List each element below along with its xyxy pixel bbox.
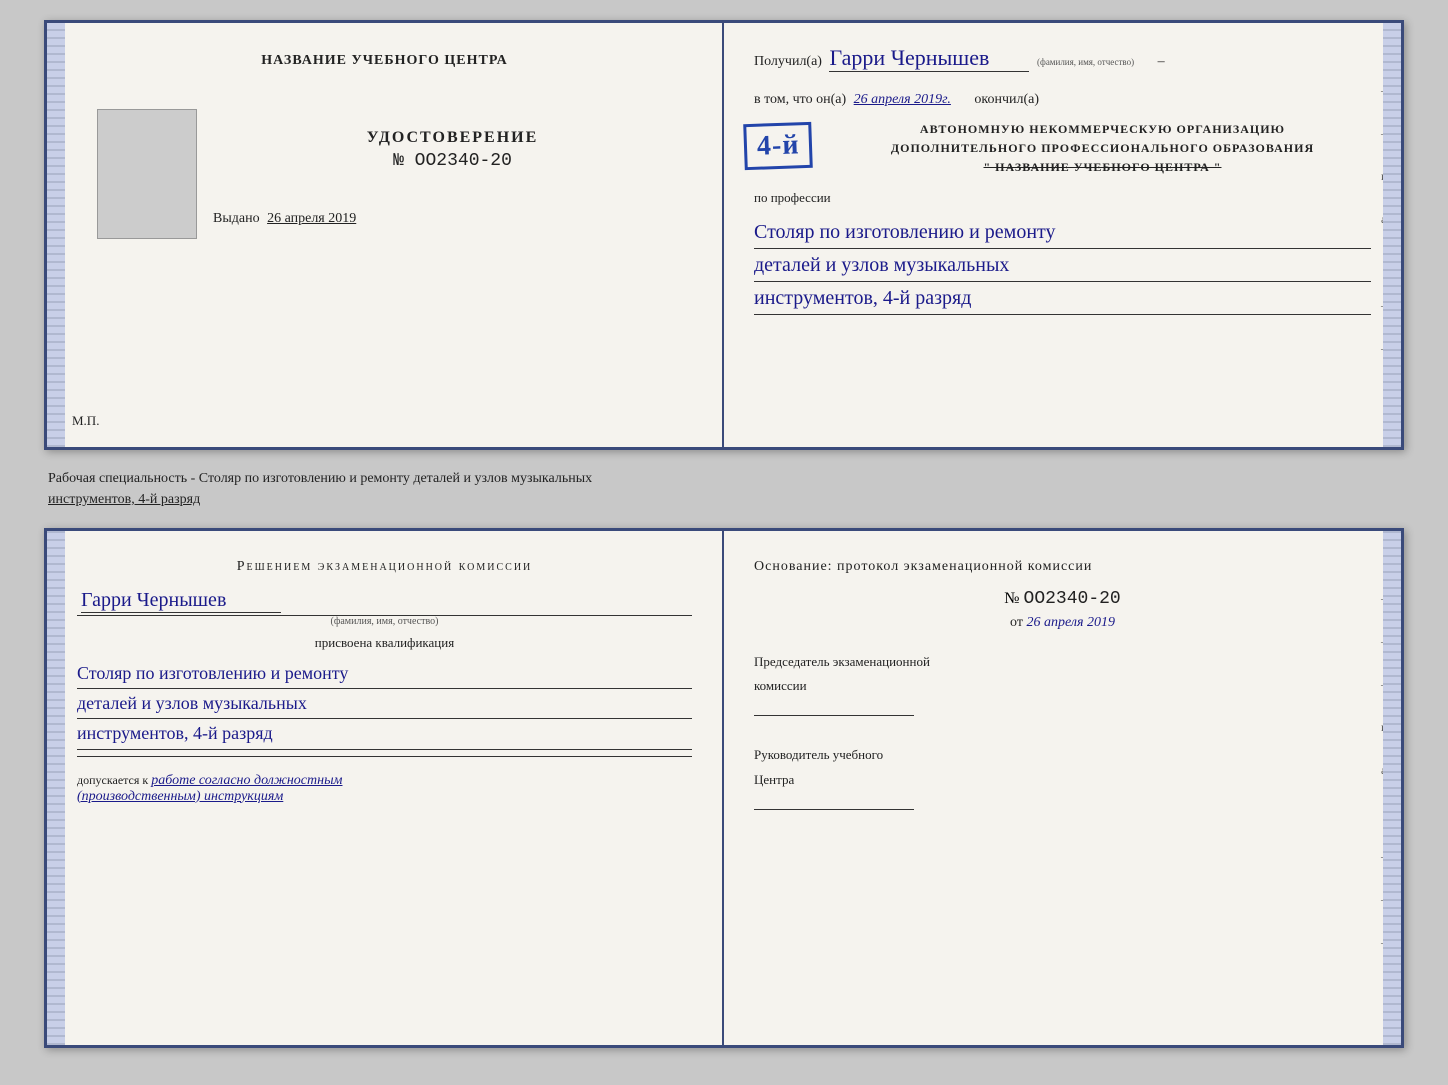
chairman-signature-line <box>754 715 914 716</box>
date-block: от 26 апреля 2019 <box>754 615 1371 631</box>
stamp-large-text: 4-й <box>757 131 800 160</box>
issued-date: 26 апреля 2019 <box>267 211 356 226</box>
caption-line1: Рабочая специальность - Столяр по изгото… <box>48 471 592 486</box>
received-label: Получил(а) <box>754 54 822 69</box>
allowed-block: допускается к работе согласно должностны… <box>77 773 692 805</box>
texture-right-lower <box>1383 531 1401 1045</box>
chairman-title-line2: комиссии <box>754 677 1371 695</box>
stamp-box: 4-й <box>743 122 813 170</box>
school-name-title: НАЗВАНИЕ УЧЕБНОГО ЦЕНТРА <box>261 53 507 69</box>
director-title-line2: Центра <box>754 771 1371 789</box>
number-label: № <box>1004 590 1019 607</box>
top-document-spread: НАЗВАНИЕ УЧЕБНОГО ЦЕНТРА УДОСТОВЕРЕНИЕ №… <box>44 20 1404 450</box>
finished-label: окончил(а) <box>974 92 1039 107</box>
allowed-prefix: допускается к <box>77 773 148 787</box>
director-block: Руководитель учебного Центра <box>754 746 1371 809</box>
mp-label: М.П. <box>72 413 99 429</box>
director-signature-line <box>754 809 914 810</box>
texture-right-top <box>1383 23 1401 447</box>
stamp-org-line2: ДОПОЛНИТЕЛЬНОГО ПРОФЕССИОНАЛЬНОГО ОБРАЗО… <box>834 139 1371 158</box>
dash-sep: – <box>1158 54 1165 69</box>
number-block: № OO2340-20 <box>754 589 1371 609</box>
stamp-org-line1: АВТОНОМНУЮ НЕКОММЕРЧЕСКУЮ ОРГАНИЗАЦИЮ <box>834 120 1371 139</box>
lower-document-spread: Решением экзаменационной комиссии Гарри … <box>44 528 1404 1048</box>
lower-name-block: Гарри Чернышев (фамилия, имя, отчество) <box>77 589 692 627</box>
top-left-page: НАЗВАНИЕ УЧЕБНОГО ЦЕНТРА УДОСТОВЕРЕНИЕ №… <box>47 23 724 447</box>
date-value-top: 26 апреля 2019г. <box>854 92 951 107</box>
qual-line2: деталей и узлов музыкальных <box>77 691 692 719</box>
number-value: OO2340-20 <box>1024 589 1121 609</box>
in-that-label: в том, что он(а) <box>754 92 846 107</box>
stamp-org-line3: " НАЗВАНИЕ УЧЕБНОГО ЦЕНТРА " <box>834 158 1371 177</box>
allowed-text: работе согласно должностным <box>151 773 342 788</box>
basis-label: Основание: протокол экзаменационной коми… <box>754 559 1371 575</box>
date-prefix: от <box>1010 615 1023 630</box>
profession-label: по профессии <box>754 190 1371 206</box>
qualification-block: Столяр по изготовлению и ремонту деталей… <box>77 659 692 750</box>
date-value-lower: 26 апреля 2019 <box>1026 615 1114 630</box>
received-name: Гарри Чернышев <box>829 45 1029 72</box>
director-title-line1: Руководитель учебного <box>754 746 1371 764</box>
qual-line3: инструментов, 4-й разряд <box>77 721 692 749</box>
allowed-text2: (производственным) инструкциям <box>77 789 283 804</box>
profession-block: Столяр по изготовлению и ремонту деталей… <box>754 216 1371 315</box>
texture-left-lower <box>47 531 65 1045</box>
lower-right-page: Основание: протокол экзаменационной коми… <box>724 531 1401 1045</box>
profession-line1: Столяр по изготовлению и ремонту <box>754 218 1371 249</box>
profession-line2: деталей и узлов музыкальных <box>754 251 1371 282</box>
caption-block: Рабочая специальность - Столяр по изгото… <box>44 468 1404 510</box>
cert-label: УДОСТОВЕРЕНИЕ <box>367 129 539 147</box>
fio-sublabel-top: (фамилия, имя, отчество) <box>1037 57 1134 67</box>
profession-line3: инструментов, 4-й разряд <box>754 284 1371 315</box>
lower-fio-sub: (фамилия, имя, отчество) <box>77 615 692 627</box>
decision-title: Решением экзаменационной комиссии <box>77 559 692 575</box>
lower-name: Гарри Чернышев <box>81 589 281 613</box>
issued-label: Выдано <box>213 211 260 226</box>
chairman-title-line1: Председатель экзаменационной <box>754 653 1371 671</box>
lower-left-page: Решением экзаменационной комиссии Гарри … <box>47 531 724 1045</box>
caption-line2: инструментов, 4-й разряд <box>48 492 200 507</box>
chairman-block: Председатель экзаменационной комиссии <box>754 653 1371 716</box>
photo-placeholder <box>97 109 197 239</box>
assigned-label: присвоена квалификация <box>77 635 692 651</box>
top-right-page: Получил(а) Гарри Чернышев (фамилия, имя,… <box>724 23 1401 447</box>
qual-line1: Столяр по изготовлению и ремонту <box>77 661 692 689</box>
cert-number: № OO2340-20 <box>393 151 512 171</box>
